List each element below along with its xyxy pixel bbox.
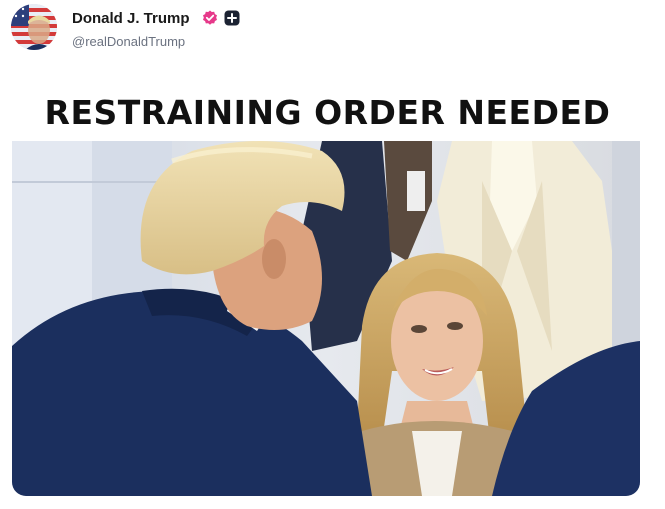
avatar[interactable] [11, 4, 57, 50]
author-name[interactable]: Donald J. Trump [72, 10, 190, 28]
photo-scene [12, 141, 640, 496]
post-header: Donald J. Trump @realDonaldTrump [11, 4, 651, 54]
plus-badge-icon [224, 10, 240, 26]
image-headline: RESTRAINING ORDER NEEDED [44, 93, 611, 132]
flag-portrait-avatar-icon [11, 4, 57, 50]
post-photo[interactable] [12, 141, 640, 496]
author-handle[interactable]: @realDonaldTrump [72, 34, 185, 50]
verified-check-icon [202, 10, 218, 26]
